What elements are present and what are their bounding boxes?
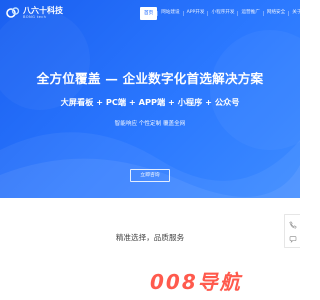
nav-item-miniprogram[interactable]: 小程序开发 xyxy=(208,0,237,26)
brand-logo[interactable]: 八六十科技 BONG tech xyxy=(6,5,70,23)
nav-item-app[interactable]: APP开发 xyxy=(184,0,208,26)
hero-subtitle: 大屏看板 + PC端 + APP端 + 小程序 + 公众号 xyxy=(60,97,240,107)
watermark-text: 008导航 xyxy=(150,270,242,294)
site-watermark: 008导航 xyxy=(150,266,290,294)
hero-tagline: 智能响应 个性定制 覆盖全网 xyxy=(114,121,186,127)
phone-icon[interactable] xyxy=(289,221,297,229)
hero-title: 全方位覆盖 — 企业数字化首选解决方案 xyxy=(36,71,264,86)
nav-item-security[interactable]: 网络安全 xyxy=(264,0,288,26)
brand-subtitle: BONG tech xyxy=(23,15,47,19)
side-contact-widget[interactable] xyxy=(284,214,300,248)
hero-banner: 八六十科技 BONG tech 首页 网站建设 APP开发 小程序开发 运营推广… xyxy=(0,0,300,198)
site-header: 八六十科技 BONG tech 首页 网站建设 APP开发 小程序开发 运营推广… xyxy=(0,0,300,26)
main-nav: 首页 网站建设 APP开发 小程序开发 运营推广 网络安全 关于我们 xyxy=(140,0,300,26)
nav-item-home[interactable]: 首页 xyxy=(140,6,158,20)
logo-mark-icon xyxy=(6,7,20,18)
consult-button[interactable]: 立即咨询 xyxy=(130,169,170,182)
nav-item-marketing[interactable]: 运营推广 xyxy=(238,0,262,26)
section-title: 精准选择，品质服务 xyxy=(115,233,185,242)
wechat-icon[interactable] xyxy=(289,235,297,243)
page: 八六十科技 BONG tech 首页 网站建设 APP开发 小程序开发 运营推广… xyxy=(0,0,300,300)
nav-item-about[interactable]: 关于我们 xyxy=(289,0,300,26)
nav-item-website[interactable]: 网站建设 xyxy=(158,0,182,26)
